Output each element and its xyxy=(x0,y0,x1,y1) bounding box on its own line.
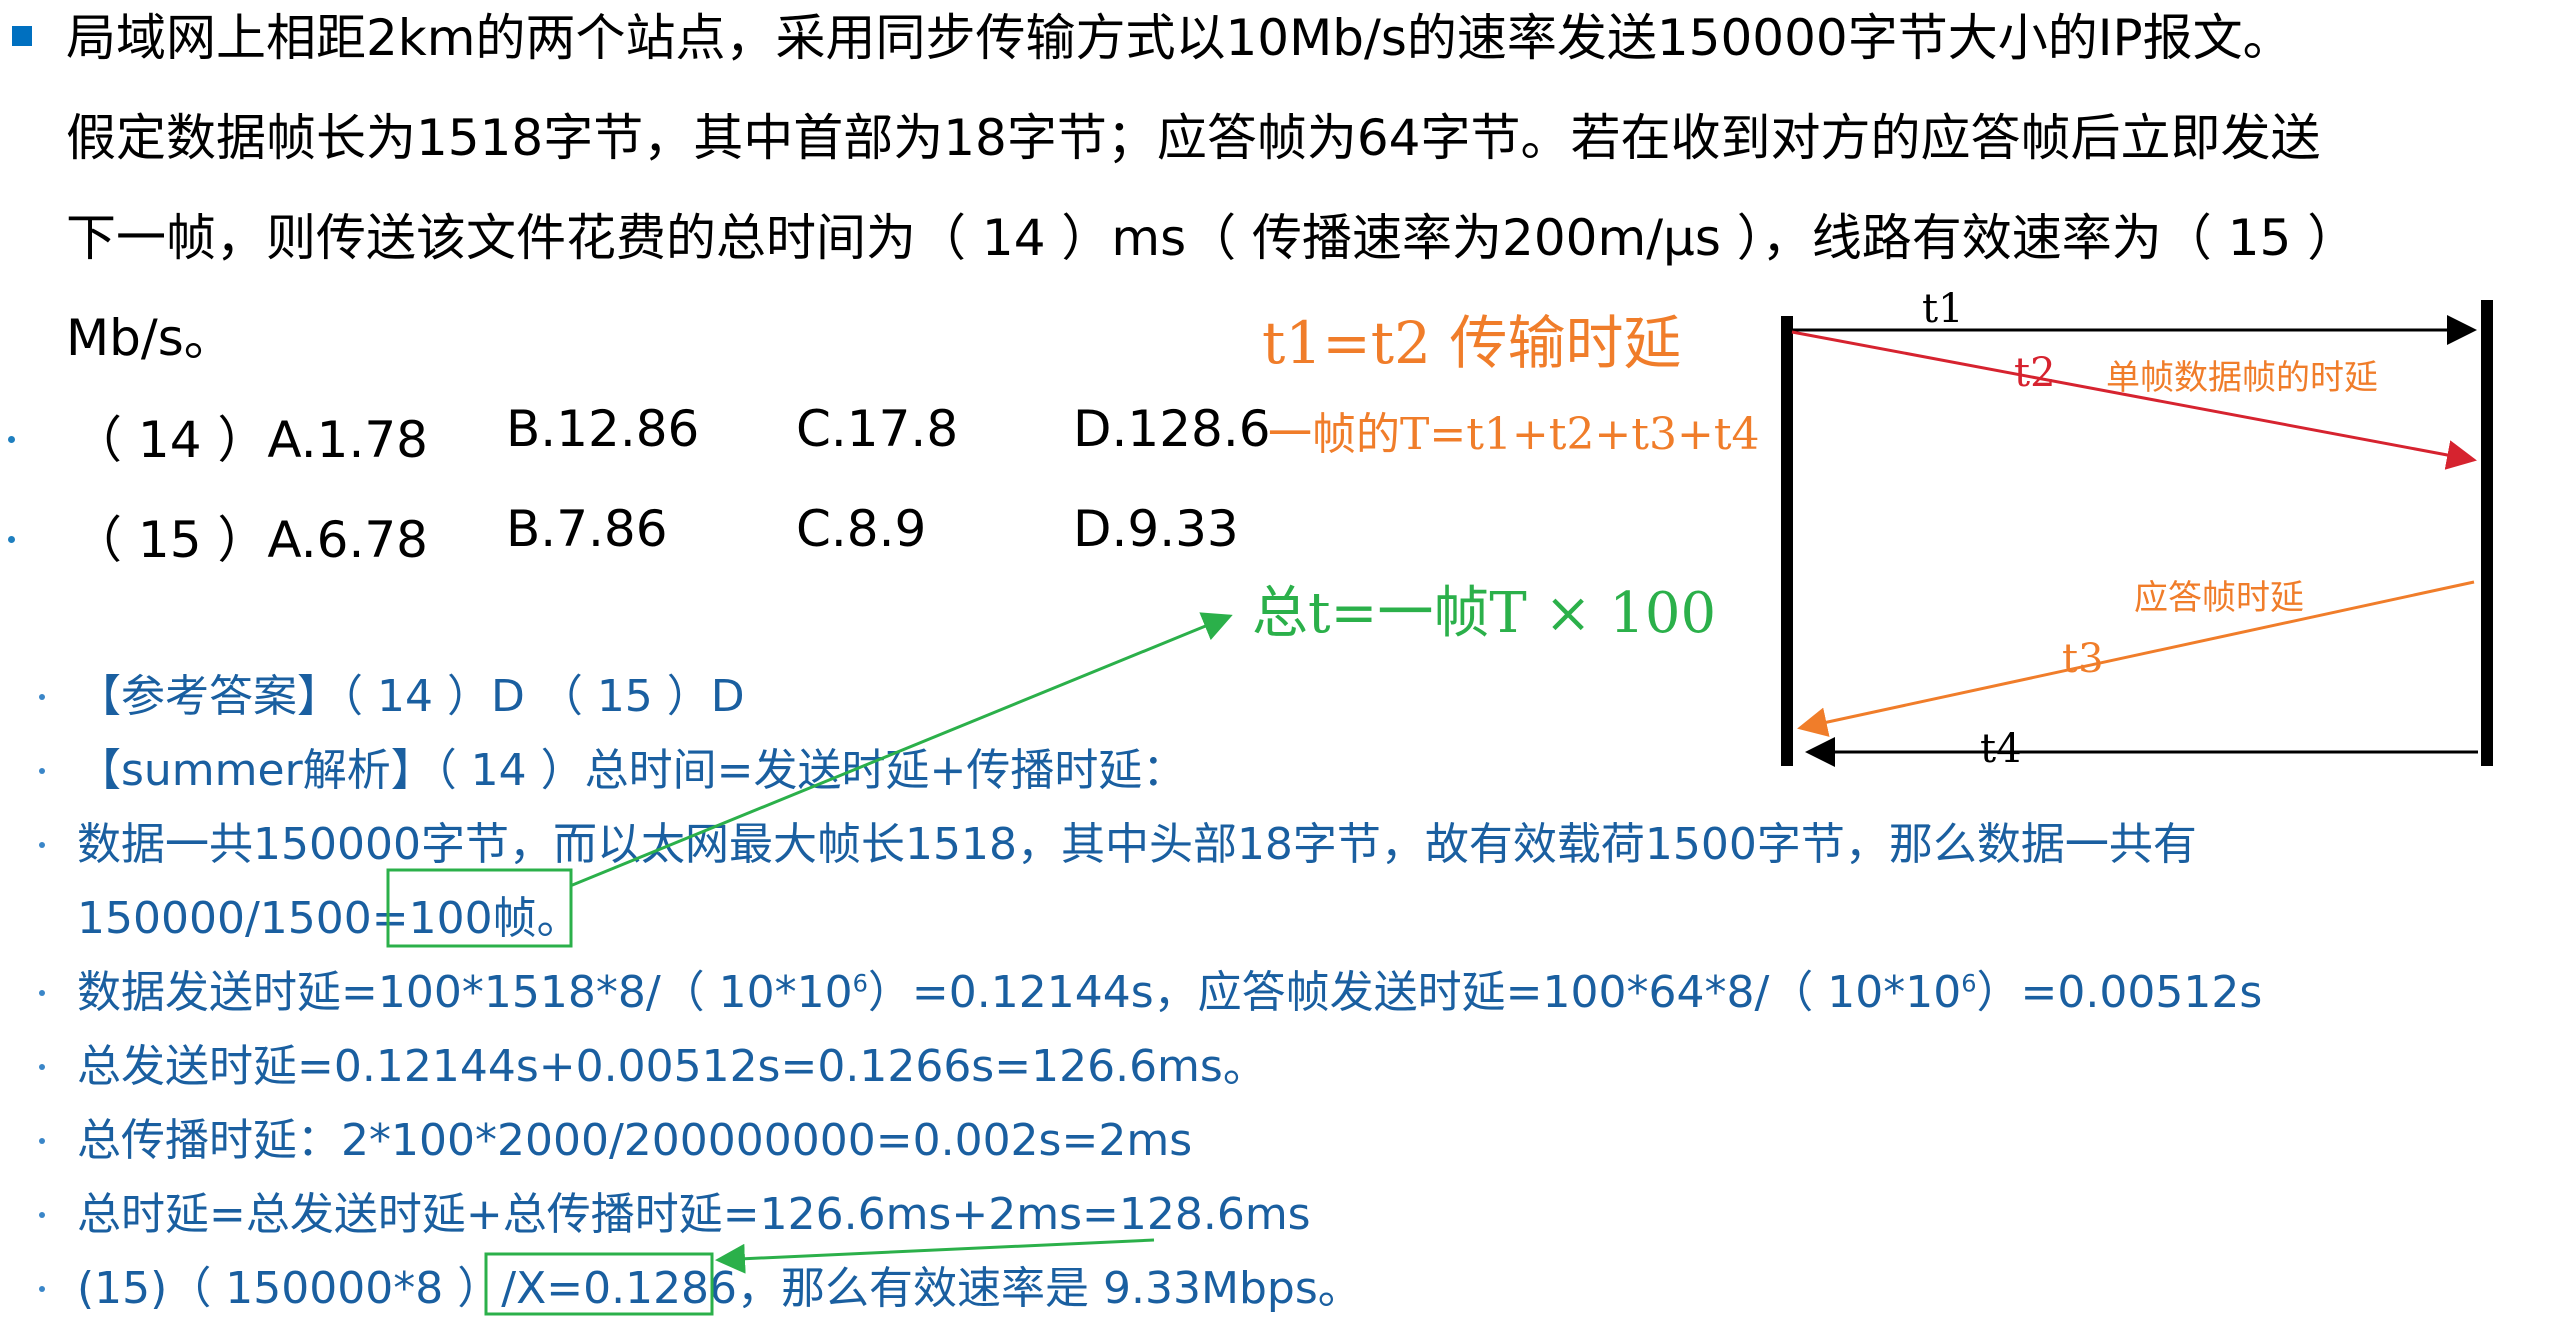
highlight-box-x xyxy=(484,1252,714,1316)
highlight-box-frames xyxy=(386,868,573,948)
green-arrow-to-total xyxy=(569,612,1233,888)
green-arrow-to-x xyxy=(715,1238,1155,1274)
annotation-overlay xyxy=(386,300,2493,1316)
t3-arrow xyxy=(1797,580,2475,737)
t2-arrow xyxy=(1791,330,2477,470)
